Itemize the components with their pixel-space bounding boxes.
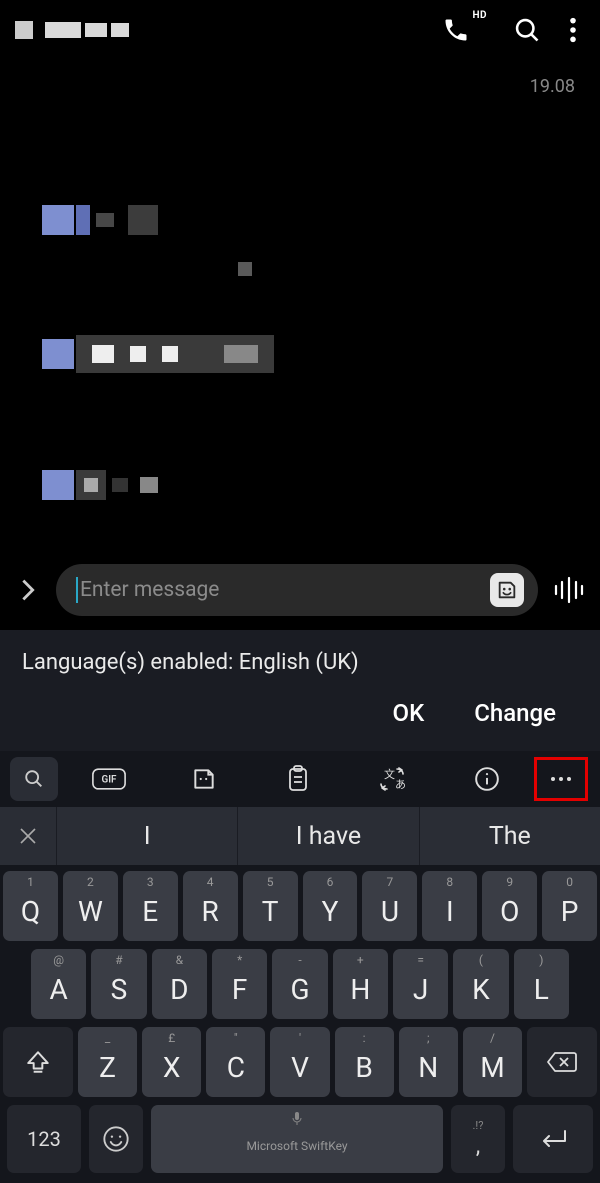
- svg-text:GIF: GIF: [102, 775, 118, 786]
- key-e[interactable]: 3E: [123, 871, 178, 941]
- compose-field[interactable]: Enter message: [56, 564, 538, 616]
- message-timestamp: 19.08: [530, 76, 575, 97]
- key-d[interactable]: &D: [152, 949, 207, 1019]
- info-icon[interactable]: [440, 757, 534, 801]
- key-r[interactable]: 4R: [183, 871, 238, 941]
- message-row[interactable]: [42, 470, 158, 500]
- keyboard: GIF 文あ I I have The: [0, 751, 600, 1183]
- search-icon[interactable]: [513, 16, 541, 44]
- key-f[interactable]: *F: [212, 949, 267, 1019]
- message-row[interactable]: [42, 205, 158, 235]
- redacted-pixel: [238, 262, 252, 276]
- svg-text:あ: あ: [395, 778, 406, 791]
- avatar-redacted: [42, 470, 74, 500]
- key-row-bottom: 123 Microsoft SwiftKey .!? ,: [3, 1105, 597, 1181]
- key-k[interactable]: (K: [453, 949, 508, 1019]
- suggestion-bar: I I have The: [0, 807, 600, 865]
- key-y[interactable]: 6Y: [303, 871, 358, 941]
- app-header: HD: [0, 0, 600, 60]
- suggestion-3[interactable]: The: [419, 807, 600, 865]
- emoji-key[interactable]: [89, 1105, 143, 1173]
- expand-icon[interactable]: [14, 578, 42, 602]
- compose-bar: Enter message: [0, 556, 600, 630]
- keyboard-brand: Microsoft SwiftKey: [246, 1139, 347, 1153]
- key-n[interactable]: ;N: [399, 1027, 458, 1097]
- hd-badge: HD: [472, 10, 487, 21]
- avatar-redacted: [42, 339, 74, 369]
- punctuation-key[interactable]: .!? ,: [451, 1105, 505, 1173]
- key-s[interactable]: #S: [91, 949, 146, 1019]
- key-row-1: 1Q2W3E4R5T6Y7U8I9O0P: [3, 871, 597, 941]
- key-a[interactable]: @A: [31, 949, 86, 1019]
- clipboard-icon[interactable]: [251, 757, 345, 801]
- svg-text:文: 文: [384, 767, 395, 781]
- key-q[interactable]: 1Q: [3, 871, 58, 941]
- key-i[interactable]: 8I: [422, 871, 477, 941]
- close-suggestions-icon[interactable]: [0, 807, 56, 865]
- avatar-redacted: [42, 205, 74, 235]
- key-v[interactable]: 'V: [270, 1027, 329, 1097]
- key-x[interactable]: £X: [142, 1027, 201, 1097]
- keyboard-search-icon[interactable]: [10, 757, 58, 801]
- mic-icon: [292, 1111, 302, 1125]
- notice-text: Language(s) enabled: English (UK): [22, 650, 578, 675]
- more-options-icon[interactable]: [569, 16, 577, 44]
- gif-icon[interactable]: GIF: [62, 757, 156, 801]
- key-j[interactable]: =J: [393, 949, 448, 1019]
- keyboard-more-icon[interactable]: [534, 757, 588, 801]
- message-bubble-redacted: [76, 205, 158, 235]
- key-c[interactable]: "C: [206, 1027, 265, 1097]
- change-button[interactable]: Change: [474, 699, 556, 727]
- message-bubble-redacted: [76, 470, 158, 500]
- backspace-key[interactable]: [527, 1027, 597, 1097]
- sticker-icon[interactable]: [490, 573, 524, 607]
- key-row-3: _Z£X"C'V:B;N/M: [3, 1027, 597, 1097]
- key-t[interactable]: 5T: [243, 871, 298, 941]
- conversation-area: 19.08: [0, 60, 600, 556]
- numeric-key[interactable]: 123: [7, 1105, 81, 1173]
- language-notice: Language(s) enabled: English (UK) OK Cha…: [0, 630, 600, 751]
- key-o[interactable]: 9O: [482, 871, 537, 941]
- key-g[interactable]: -G: [272, 949, 327, 1019]
- shift-key[interactable]: [3, 1027, 73, 1097]
- key-w[interactable]: 2W: [63, 871, 118, 941]
- voice-input-icon[interactable]: [552, 575, 586, 605]
- back-icon[interactable]: [15, 21, 33, 39]
- translate-icon[interactable]: 文あ: [345, 757, 439, 801]
- spacebar-key[interactable]: Microsoft SwiftKey: [151, 1105, 443, 1173]
- key-l[interactable]: )L: [514, 949, 569, 1019]
- call-hd-icon[interactable]: HD: [442, 16, 485, 44]
- key-b[interactable]: :B: [335, 1027, 394, 1097]
- key-p[interactable]: 0P: [542, 871, 597, 941]
- key-row-2: @A#S&D*F-G+H=J(K)L: [3, 949, 597, 1019]
- message-input[interactable]: Enter message: [76, 577, 490, 603]
- enter-key[interactable]: [513, 1105, 593, 1173]
- key-u[interactable]: 7U: [362, 871, 417, 941]
- suggestion-1[interactable]: I: [56, 807, 237, 865]
- sticker-panel-icon[interactable]: [156, 757, 250, 801]
- key-z[interactable]: _Z: [78, 1027, 137, 1097]
- suggestion-2[interactable]: I have: [237, 807, 418, 865]
- contact-name-redacted: [15, 21, 422, 39]
- message-bubble-redacted: [76, 335, 274, 373]
- key-h[interactable]: +H: [333, 949, 388, 1019]
- ok-button[interactable]: OK: [393, 699, 425, 727]
- key-m[interactable]: /M: [463, 1027, 522, 1097]
- message-row[interactable]: [42, 335, 274, 373]
- keyboard-toolbar: GIF 文あ: [0, 751, 600, 807]
